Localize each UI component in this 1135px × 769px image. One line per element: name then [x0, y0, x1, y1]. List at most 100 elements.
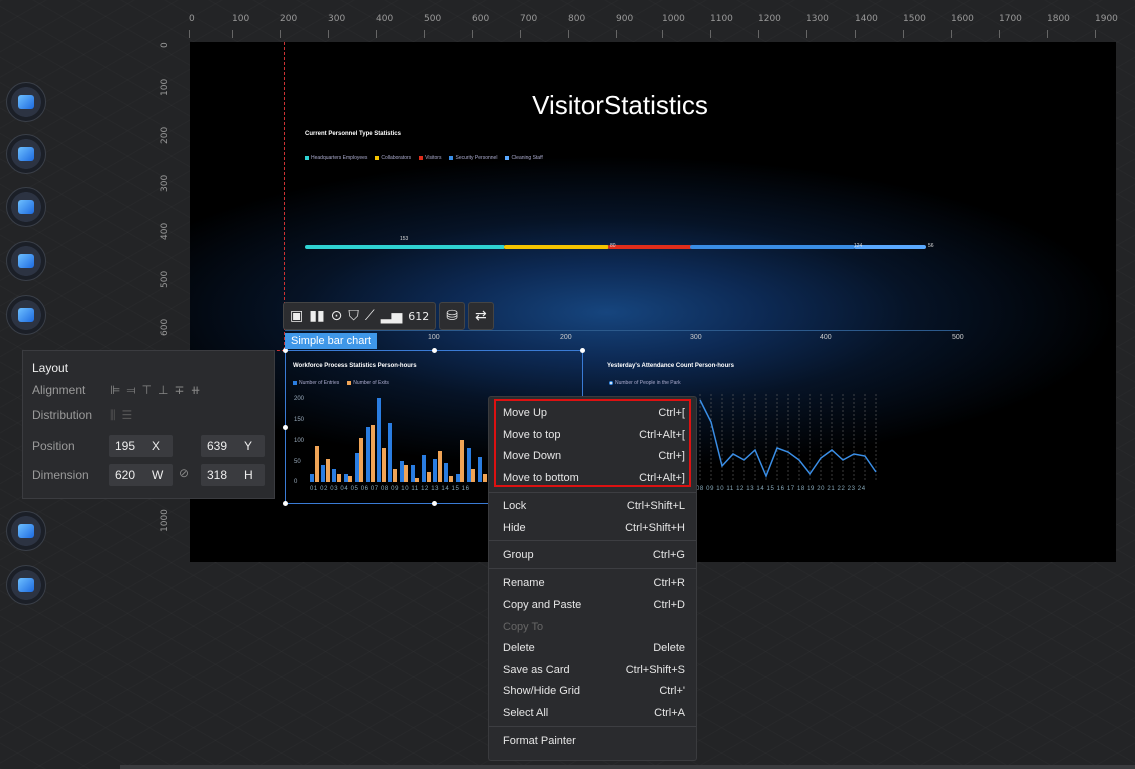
resize-handle[interactable]	[283, 501, 288, 506]
legend-item: Headquarters Employees	[305, 155, 367, 161]
resize-handle[interactable]	[432, 348, 437, 353]
menu-item-group[interactable]: Group Ctrl+G	[503, 545, 685, 565]
position-label: Position	[32, 439, 75, 453]
menu-item-show-hide-grid[interactable]: Show/Hide Grid Ctrl+'	[503, 681, 685, 701]
swap-group: ⇄	[467, 302, 494, 330]
menu-item-copy-and-paste[interactable]: Copy and Paste Ctrl+D	[503, 595, 685, 615]
horizontal-scrollbar[interactable]	[120, 765, 1135, 769]
x-unit: X	[152, 439, 161, 453]
ruler-tick: 100	[160, 78, 170, 96]
resize-handle[interactable]	[432, 501, 437, 506]
menu-separator	[489, 492, 696, 493]
menu-separator	[489, 726, 696, 727]
ruler-tick: 1500	[903, 14, 926, 38]
marquee-icon[interactable]: ⛉	[348, 309, 359, 323]
segment-cleaning	[854, 245, 926, 249]
ruler-tick: 1400	[855, 14, 878, 38]
chart-component-tool-icon[interactable]	[6, 82, 46, 122]
layer-tool-icon[interactable]	[6, 134, 46, 174]
align-bottom-icon[interactable]: ⊥	[158, 383, 174, 397]
axis-label: 500	[952, 334, 964, 341]
axis-label: 100	[428, 334, 440, 341]
ruler-tick: 1100	[710, 14, 733, 38]
ruler-tick: 900	[616, 14, 634, 38]
link-icon[interactable]: ⊘	[179, 466, 189, 480]
ruler-tick: 300	[328, 14, 346, 38]
ruler-tick: 1000	[662, 14, 685, 38]
interaction-tool-icon[interactable]	[6, 511, 46, 551]
bar-chart-icon[interactable]: ▮▮	[309, 309, 324, 323]
ruler-tick: 100	[232, 14, 250, 38]
align-center-v-icon[interactable]: ∓	[174, 383, 190, 397]
dimension-w-field[interactable]: 620	[109, 464, 173, 486]
sort-chart-icon[interactable]: ▂▅	[381, 309, 403, 323]
menu-item-copy-to: Copy To	[503, 621, 544, 633]
menu-item-save-as-card[interactable]: Save as Card Ctrl+Shift+S	[503, 660, 685, 680]
resize-handle[interactable]	[283, 425, 288, 430]
legend-item: Collaborators	[375, 155, 411, 161]
attendance-chart-title: Yesterday's Attendance Count Person-hour…	[607, 363, 734, 369]
number-icon[interactable]: 612	[408, 311, 429, 322]
personnel-chart-title: Current Personnel Type Statistics	[305, 131, 401, 137]
ruler-tick: 500	[424, 14, 442, 38]
attendance-legend: Number of People in the Park	[609, 380, 681, 386]
map-icon[interactable]: ⊙	[331, 309, 343, 323]
distribute-horizontal-icon[interactable]: ⫼	[110, 408, 122, 422]
segment-label: 124	[854, 243, 863, 249]
segment-collaborators	[504, 245, 609, 249]
ruler-tick: 1600	[951, 14, 974, 38]
align-left-icon[interactable]: ⊫	[110, 383, 126, 397]
layout-panel-title: Layout	[32, 361, 69, 375]
ruler-tick: 1000	[160, 509, 170, 532]
w-unit: W	[152, 468, 164, 482]
align-top-icon[interactable]: ⊤	[142, 383, 158, 397]
ruler-tick: 400	[160, 222, 170, 240]
y-unit: Y	[244, 439, 253, 453]
ruler-tick: 400	[376, 14, 394, 38]
distribution-icons: ⫼☰	[110, 408, 138, 423]
resize-handle[interactable]	[580, 348, 585, 353]
axis-label: 200	[560, 334, 572, 341]
x-axis-labels: 08 09 10 11 12 13 14 15 16 17 18 19 20 2…	[696, 486, 866, 492]
menu-item-format-painter[interactable]: Format Painter	[503, 731, 685, 751]
legend-item: Number of People in the Park	[609, 380, 681, 386]
highlight-box	[494, 399, 691, 487]
ruler-tick: 600	[472, 14, 490, 38]
dashboard-title: VisitorStatistics	[532, 90, 708, 120]
dimension-h-field[interactable]: 318	[201, 464, 265, 486]
distribution-label: Distribution	[32, 408, 93, 422]
distribute-vertical-icon[interactable]: ☰	[122, 408, 139, 422]
align-right-icon[interactable]: ⫤	[126, 383, 141, 397]
database-icon[interactable]: ⛁	[446, 309, 458, 323]
image-icon[interactable]: ▣	[290, 309, 303, 323]
layout-panel: Layout Alignment ⊫⫤⊤⊥∓⧺ Distribution ⫼☰ …	[22, 350, 275, 499]
ruler-tick: 0	[189, 14, 195, 38]
curve-icon[interactable]: ⟋	[365, 309, 375, 323]
position-x-field[interactable]: 195	[109, 435, 173, 457]
ruler-tick: 800	[568, 14, 586, 38]
alignment-icons: ⊫⫤⊤⊥∓⧺	[110, 383, 207, 398]
menu-item-delete[interactable]: Delete Delete	[503, 638, 685, 658]
menu-item-hide[interactable]: Hide Ctrl+Shift+H	[503, 518, 685, 538]
ruler-tick: 1300	[806, 14, 829, 38]
segment-headquarters	[305, 245, 505, 249]
component-toolbar: ▣ ▮▮ ⊙ ⛉ ⟋ ▂▅ 612 ⛁ ⇄	[283, 302, 494, 330]
ruler-tick: 300	[160, 174, 170, 192]
segment-visitors	[608, 245, 692, 249]
map-tool-icon[interactable]	[6, 187, 46, 227]
menu-item-select-all[interactable]: Select All Ctrl+A	[503, 703, 685, 723]
ruler-tick: 600	[160, 318, 170, 336]
personnel-legend: Headquarters Employees Collaborators Vis…	[305, 155, 543, 161]
settings-tool-icon[interactable]	[6, 565, 46, 605]
media-tool-icon[interactable]	[6, 295, 46, 335]
align-center-h-icon[interactable]: ⧺	[190, 383, 206, 397]
position-y-field[interactable]: 639	[201, 435, 265, 457]
menu-item-rename[interactable]: Rename Ctrl+R	[503, 573, 685, 593]
menu-item-lock[interactable]: Lock Ctrl+Shift+L	[503, 496, 685, 516]
swap-icon[interactable]: ⇄	[475, 309, 487, 323]
chart-type-group: ▣ ▮▮ ⊙ ⛉ ⟋ ▂▅ 612	[283, 302, 437, 330]
database-group: ⛁	[439, 302, 465, 330]
text-tool-icon[interactable]	[6, 241, 46, 281]
menu-separator	[489, 540, 696, 541]
top-ruler: 0 100 200 300 400 500 600 700 800 900 10…	[165, 14, 1135, 38]
